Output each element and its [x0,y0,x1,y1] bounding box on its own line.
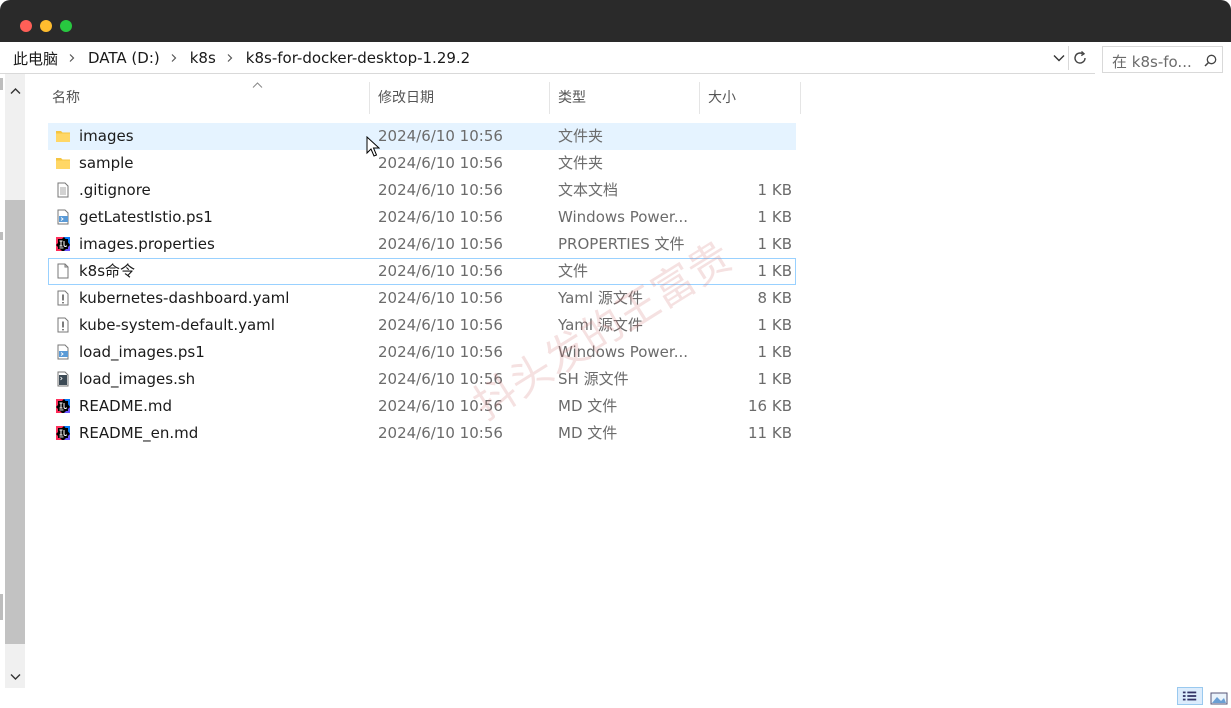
file-name: README.md [79,397,173,415]
file-date: 2024/6/10 10:56 [378,343,503,361]
scroll-up-icon[interactable] [10,86,21,97]
chevron-right-icon[interactable] [170,54,178,62]
column-header-name[interactable]: 名称 [48,82,370,114]
file-size: 1 KB [757,181,792,199]
column-header-date[interactable]: 修改日期 [370,82,550,114]
pane-edge [0,594,3,620]
file-name: kube-system-default.yaml [79,316,275,334]
file-name: README_en.md [79,424,199,442]
search-icon[interactable] [1204,54,1217,67]
file-row[interactable]: sample 2024/6/10 10:56 文件夹 [48,150,796,177]
minimize-window-button[interactable] [40,20,52,32]
blank-file-icon [57,263,69,279]
mouse-cursor-icon [366,136,380,157]
file-size: 1 KB [757,262,792,280]
file-size: 1 KB [757,235,792,253]
pane-edge [0,232,3,240]
chevron-right-icon[interactable] [68,54,76,62]
folder-icon [56,131,70,142]
close-window-button[interactable] [20,20,32,32]
file-type: 文件夹 [558,154,604,172]
file-row[interactable]: README.md 2024/6/10 10:56 MD 文件 16 KB [48,393,796,420]
large-icons-view-button[interactable] [1209,691,1229,705]
search-placeholder: 在 k8s-fo... [1112,53,1192,71]
file-name: .gitignore [79,181,151,199]
file-size: 1 KB [757,370,792,388]
file-name: getLatestIstio.ps1 [79,208,213,226]
powershell-file-icon [57,344,69,360]
file-type: 文本文档 [558,181,619,199]
file-size: 11 KB [748,424,792,442]
file-type: 文件夹 [558,127,604,145]
breadcrumb-this-pc[interactable]: 此电脑 [13,48,58,69]
file-name: k8s命令 [79,262,136,280]
file-row[interactable]: load_images.ps1 2024/6/10 10:56 Windows Po… [48,339,796,366]
column-header-size[interactable]: 大小 [700,82,801,114]
file-date: 2024/6/10 10:56 [378,316,503,334]
intellij-file-icon [56,426,70,440]
file-name: load_images.ps1 [79,343,205,361]
divider [1068,46,1069,70]
breadcrumb-k8s[interactable]: k8s [190,49,216,67]
file-row[interactable]: images 2024/6/10 10:56 文件夹 [48,123,796,150]
breadcrumb-current-folder[interactable]: k8s-for-docker-desktop-1.29.2 [246,49,470,67]
powershell-file-icon [57,209,69,225]
file-row[interactable]: getLatestIstio.ps1 2024/6/10 10:56 Windows… [48,204,796,231]
file-row[interactable]: load_images.sh 2024/6/10 10:56 SH 源文件 1 KB [48,366,796,393]
refresh-icon[interactable] [1072,50,1088,66]
text-file-icon [57,182,69,198]
file-date: 2024/6/10 10:56 [378,181,503,199]
file-date: 2024/6/10 10:56 [378,235,503,253]
file-row[interactable]: kube-system-default.yaml 2024/6/10 10:56 Y… [48,312,796,339]
column-header: 名称 修改日期 类型 大小 [48,82,801,114]
window-titlebar[interactable] [0,0,1231,42]
file-type: MD 文件 [558,397,618,415]
sort-ascending-icon [252,82,263,88]
breadcrumb: 此电脑 DATA (D:) k8s k8s-for-docker-desktop… [13,48,470,69]
file-name: images.properties [79,235,215,253]
file-name: sample [79,154,134,172]
details-view-button[interactable] [1177,687,1203,705]
folder-icon [56,158,70,169]
scrollbar-thumb[interactable] [5,200,25,644]
intellij-file-icon [56,237,70,251]
file-size: 1 KB [757,343,792,361]
breadcrumb-drive-d[interactable]: DATA (D:) [88,49,160,67]
file-date: 2024/6/10 10:56 [378,208,503,226]
file-size: 1 KB [757,316,792,334]
yaml-file-icon [57,317,69,333]
address-bar[interactable]: 此电脑 DATA (D:) k8s k8s-for-docker-desktop… [0,43,1095,74]
file-type: MD 文件 [558,424,618,442]
file-name: images [79,127,134,145]
maximize-window-button[interactable] [60,20,72,32]
chevron-down-icon[interactable] [1052,51,1066,65]
file-size: 1 KB [757,208,792,226]
shell-file-icon [57,371,69,387]
file-name: load_images.sh [79,370,196,388]
file-date: 2024/6/10 10:56 [378,154,503,172]
navigation-scrollbar[interactable] [5,74,25,688]
column-header-type[interactable]: 类型 [550,82,700,114]
chevron-right-icon[interactable] [226,54,234,62]
file-date: 2024/6/10 10:56 [378,127,503,145]
scroll-down-icon[interactable] [10,671,21,682]
file-size: 8 KB [757,289,792,307]
file-row[interactable]: README_en.md 2024/6/10 10:56 MD 文件 11 KB [48,420,796,447]
yaml-file-icon [57,290,69,306]
file-date: 2024/6/10 10:56 [378,424,503,442]
pane-edge [0,78,3,90]
details-view-icon [1182,691,1197,701]
intellij-file-icon [56,399,70,413]
file-type: Windows Power... [558,208,689,226]
search-input[interactable]: 在 k8s-fo... [1102,46,1223,73]
file-row[interactable]: .gitignore 2024/6/10 10:56 文本文档 1 KB [48,177,796,204]
file-date: 2024/6/10 10:56 [378,262,503,280]
file-date: 2024/6/10 10:56 [378,289,503,307]
file-size: 16 KB [748,397,792,415]
file-name: kubernetes-dashboard.yaml [79,289,290,307]
file-type: 文件 [558,262,589,280]
